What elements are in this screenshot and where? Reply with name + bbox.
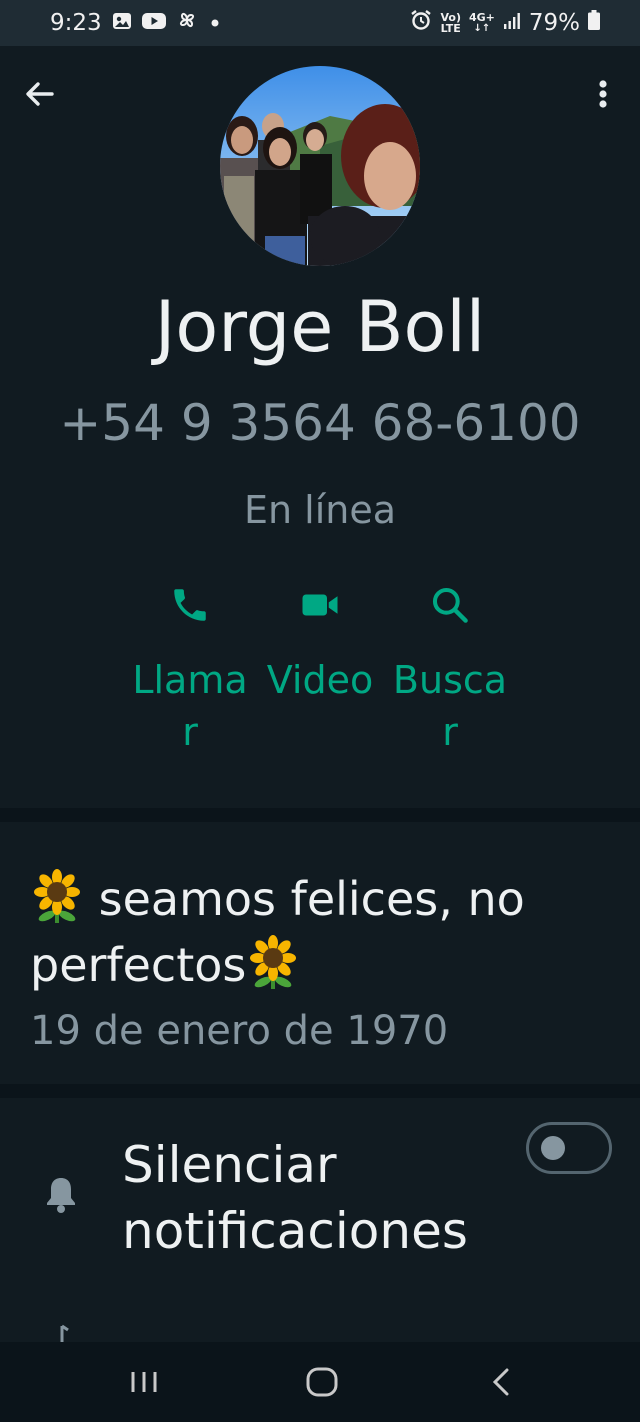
- data-arrows-icon: ↓↑: [473, 23, 491, 34]
- youtube-icon: [141, 10, 166, 36]
- toggle-knob: [541, 1136, 565, 1160]
- videocam-icon: [258, 580, 382, 630]
- settings-section: Silenciar notificaciones: [0, 1098, 640, 1342]
- contact-info-screen: 9:23 Vo) LTE 4G+ ↓↑ 79% Jorge Boll +54 9…: [0, 0, 640, 1422]
- recents-icon: [131, 1372, 157, 1392]
- recents-button[interactable]: [124, 1362, 164, 1402]
- status-time: 9:23: [50, 10, 102, 36]
- status-right: Vo) LTE 4G+ ↓↑ 79%: [410, 9, 600, 37]
- mute-toggle[interactable]: [526, 1122, 612, 1174]
- home-icon: [306, 1367, 338, 1397]
- contact-name: Jorge Boll: [154, 286, 486, 368]
- chevron-left-icon: [492, 1368, 509, 1396]
- alarm-icon: [410, 9, 432, 37]
- search-label: Buscar: [392, 658, 508, 754]
- sunflower-icon: [30, 869, 84, 923]
- video-label: Video: [266, 658, 374, 702]
- back-button[interactable]: [22, 76, 58, 112]
- status-left: 9:23: [50, 9, 222, 37]
- gallery-icon: [112, 10, 132, 36]
- contact-phone: +54 9 3564 68-6100: [59, 394, 581, 452]
- search-icon: [388, 580, 512, 630]
- search-button[interactable]: Buscar: [388, 580, 512, 758]
- dot-icon: [208, 10, 222, 36]
- video-button[interactable]: Video: [258, 580, 382, 706]
- avatar-photo: [220, 66, 420, 266]
- section-divider: [0, 1084, 640, 1098]
- call-label: Llamar: [132, 658, 248, 754]
- presence-status: En línea: [243, 488, 397, 532]
- about-section[interactable]: seamos felices, no perfectos 19 de enero…: [0, 822, 640, 1084]
- volte-bottom: LTE: [440, 22, 461, 35]
- pinwheel-icon: [176, 9, 198, 37]
- bell-icon: [44, 1174, 78, 1214]
- sunflower-icon: [246, 935, 300, 989]
- battery-icon: [588, 10, 600, 36]
- next-row-partial: [44, 1322, 444, 1342]
- about-date: 19 de enero de 1970: [30, 1008, 449, 1054]
- home-button[interactable]: [302, 1362, 342, 1402]
- profile-header: Jorge Boll +54 9 3564 68-6100 En línea L…: [0, 46, 640, 808]
- network-type-label: 4G+: [468, 11, 495, 24]
- network-type: 4G+ ↓↑: [469, 12, 495, 34]
- arrow-left-icon: [26, 82, 54, 106]
- back-nav-button[interactable]: [482, 1362, 522, 1402]
- phone-icon: [128, 580, 252, 630]
- more-options-button[interactable]: [588, 76, 618, 112]
- system-nav-bar: [0, 1342, 640, 1422]
- volte-indicator: Vo) LTE: [440, 12, 461, 34]
- about-text: seamos felices, no perfectos: [30, 866, 620, 998]
- status-bar: 9:23 Vo) LTE 4G+ ↓↑ 79%: [0, 0, 640, 46]
- contact-avatar[interactable]: [220, 66, 420, 266]
- call-button[interactable]: Llamar: [128, 580, 252, 758]
- battery-percent: 79%: [528, 10, 580, 36]
- signal-icon: [503, 10, 521, 36]
- more-vert-icon: [599, 80, 607, 108]
- mute-notifications-label[interactable]: Silenciar notificaciones: [122, 1132, 502, 1264]
- section-divider: [0, 808, 640, 822]
